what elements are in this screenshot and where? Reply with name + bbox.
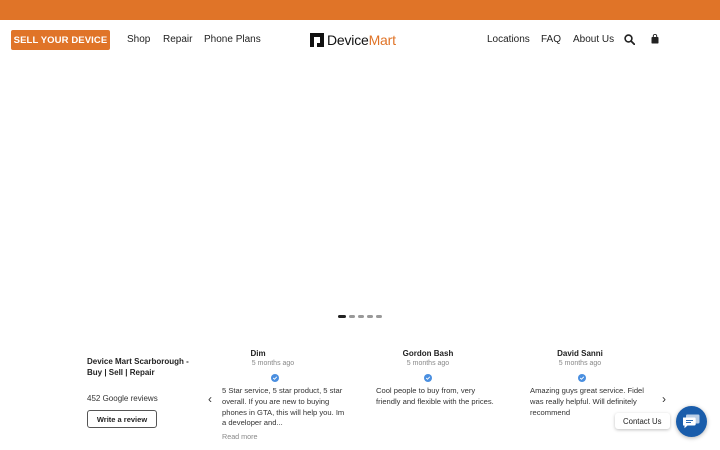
device-mart-logo[interactable]: Device Mart xyxy=(310,32,396,48)
business-name: Device Mart Scarborough - Buy | Sell | R… xyxy=(87,357,189,377)
carousel-dot[interactable] xyxy=(349,315,355,318)
review-card: Dim 5 months ago 5 Star service, 5 star … xyxy=(222,349,347,441)
write-review-button[interactable]: Write a review xyxy=(87,410,157,428)
chevron-right-icon[interactable]: › xyxy=(662,392,666,406)
verified-check-icon xyxy=(424,374,432,382)
main-navigation: SELL YOUR DEVICE Shop Repair Phone Plans… xyxy=(0,20,720,60)
read-more-link[interactable]: Read more xyxy=(222,432,347,441)
verified-check-icon xyxy=(271,374,279,382)
review-card: Gordon Bash 5 months ago Cool people to … xyxy=(376,349,501,408)
contact-us-label[interactable]: Contact Us xyxy=(615,413,670,429)
sell-your-device-button[interactable]: SELL YOUR DEVICE xyxy=(11,30,110,50)
logo-text-device: Device xyxy=(327,32,369,48)
chevron-left-icon[interactable]: ‹ xyxy=(208,392,212,406)
chat-launcher-button[interactable] xyxy=(676,406,707,437)
carousel-dot[interactable] xyxy=(367,315,373,318)
nav-phone-plans[interactable]: Phone Plans xyxy=(204,34,261,45)
nav-about-us[interactable]: About Us xyxy=(573,34,614,45)
business-summary: Device Mart Scarborough - Buy | Sell | R… xyxy=(87,357,202,378)
review-card: David Sanni 5 months ago Amazing guys gr… xyxy=(530,349,655,418)
nav-locations[interactable]: Locations xyxy=(487,34,530,45)
review-count: 452 Google reviews xyxy=(87,394,158,403)
review-text: Cool people to buy from, very friendly a… xyxy=(376,386,494,406)
carousel-dot[interactable] xyxy=(338,315,346,318)
reviewer-name: Dim xyxy=(250,349,266,358)
chat-icon xyxy=(683,414,700,429)
reviewer-name: Gordon Bash xyxy=(402,349,454,358)
review-time: 5 months ago xyxy=(406,360,450,367)
carousel-dot[interactable] xyxy=(376,315,382,318)
reviewer-name: David Sanni xyxy=(557,349,603,358)
nav-repair[interactable]: Repair xyxy=(163,34,192,45)
review-time: 5 months ago xyxy=(251,360,295,367)
carousel-pagination xyxy=(338,315,382,318)
logo-text-mart: Mart xyxy=(368,32,396,48)
review-time: 5 months ago xyxy=(558,360,602,367)
hero-carousel xyxy=(0,60,720,325)
verified-check-icon xyxy=(578,374,586,382)
nav-faq[interactable]: FAQ xyxy=(541,34,561,45)
logo-mark-icon xyxy=(310,33,324,47)
search-icon[interactable] xyxy=(624,34,635,45)
top-announcement-bar xyxy=(0,0,720,20)
bag-icon[interactable] xyxy=(651,34,659,44)
carousel-dot[interactable] xyxy=(358,315,364,318)
nav-shop[interactable]: Shop xyxy=(127,34,150,45)
review-text: 5 Star service, 5 star product, 5 star o… xyxy=(222,386,345,428)
